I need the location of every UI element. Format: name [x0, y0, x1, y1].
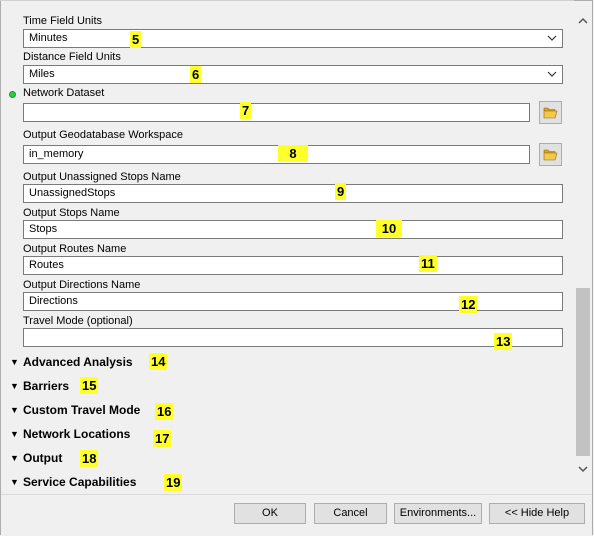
travel-mode-label: Travel Mode (optional) [23, 315, 133, 327]
double-chevron-down-icon: ▼ [10, 357, 19, 367]
routes-value: Routes [29, 259, 64, 271]
chevron-down-icon [547, 71, 557, 77]
time-units-label: Time Field Units [23, 15, 103, 27]
section-output[interactable]: ▼ Output [10, 451, 62, 465]
directions-value: Directions [29, 295, 78, 307]
time-units-value: Minutes [29, 32, 68, 44]
network-dataset-browse-button[interactable] [539, 101, 562, 124]
cancel-button[interactable]: Cancel [314, 503, 387, 524]
scroll-down-icon[interactable] [576, 462, 590, 476]
directions-label: Output Directions Name [23, 279, 141, 291]
distance-units-label: Distance Field Units [23, 51, 121, 63]
time-units-select[interactable]: Minutes [23, 29, 563, 48]
marker-15: 15 [80, 377, 99, 394]
stops-value: Stops [29, 223, 58, 235]
section-label: Barriers [23, 379, 70, 393]
marker-14: 14 [149, 353, 168, 370]
output-gdb-label: Output Geodatabase Workspace [23, 129, 184, 141]
output-gdb-browse-button[interactable] [539, 143, 562, 166]
output-gdb-value: in_memory [29, 148, 84, 160]
environments-button[interactable]: Environments... [394, 503, 482, 524]
marker-11: 11 [419, 255, 437, 272]
network-dataset-label: Network Dataset [23, 87, 105, 99]
routes-input[interactable]: Routes [23, 256, 563, 275]
directions-input[interactable]: Directions [23, 292, 563, 311]
open-folder-icon [543, 107, 558, 119]
section-label: Network Locations [23, 427, 131, 441]
marker-18: 18 [80, 450, 99, 467]
required-dot-icon [9, 91, 16, 98]
marker-17: 17 [153, 430, 172, 447]
double-chevron-down-icon: ▼ [10, 381, 19, 391]
section-label: Custom Travel Mode [23, 403, 141, 417]
section-label: Output [23, 451, 63, 465]
marker-19: 19 [164, 474, 183, 491]
marker-10: 10 [376, 220, 402, 237]
panel-border [0, 0, 574, 1]
scroll-up-icon[interactable] [576, 14, 590, 28]
section-barriers[interactable]: ▼ Barriers [10, 379, 69, 393]
section-label: Advanced Analysis [23, 355, 133, 369]
stops-label: Output Stops Name [23, 207, 120, 219]
section-network-locations[interactable]: ▼ Network Locations [10, 427, 130, 441]
unassigned-stops-label: Output Unassigned Stops Name [23, 171, 181, 183]
output-gdb-input[interactable]: in_memory [23, 145, 530, 164]
section-label: Service Capabilities [23, 475, 137, 489]
marker-13: 13 [494, 333, 513, 350]
section-custom-travel-mode[interactable]: ▼ Custom Travel Mode [10, 403, 140, 417]
hide-help-button[interactable]: << Hide Help [489, 503, 585, 524]
ok-button[interactable]: OK [234, 503, 306, 524]
chevron-down-icon [547, 35, 557, 41]
marker-12: 12 [459, 296, 478, 313]
marker-9: 9 [335, 183, 347, 200]
routes-label: Output Routes Name [23, 243, 127, 255]
marker-6: 6 [190, 66, 202, 83]
double-chevron-down-icon: ▼ [10, 429, 19, 439]
network-dataset-input[interactable] [23, 103, 530, 122]
distance-units-value: Miles [29, 68, 55, 80]
unassigned-stops-input[interactable]: UnassignedStops [23, 184, 563, 203]
distance-units-select[interactable]: Miles [23, 65, 563, 84]
double-chevron-down-icon: ▼ [10, 453, 19, 463]
double-chevron-down-icon: ▼ [10, 477, 19, 487]
open-folder-icon [543, 149, 558, 161]
marker-5: 5 [130, 31, 142, 48]
marker-8: 8 [278, 145, 308, 162]
marker-16: 16 [155, 403, 174, 420]
stops-input[interactable]: Stops [23, 220, 563, 239]
marker-7: 7 [240, 102, 252, 119]
section-service-capabilities[interactable]: ▼ Service Capabilities [10, 475, 136, 489]
unassigned-stops-value: UnassignedStops [29, 187, 116, 199]
scrollbar-thumb[interactable] [576, 288, 590, 456]
double-chevron-down-icon: ▼ [10, 405, 19, 415]
section-advanced-analysis[interactable]: ▼ Advanced Analysis [10, 355, 133, 369]
travel-mode-input[interactable] [23, 328, 563, 347]
